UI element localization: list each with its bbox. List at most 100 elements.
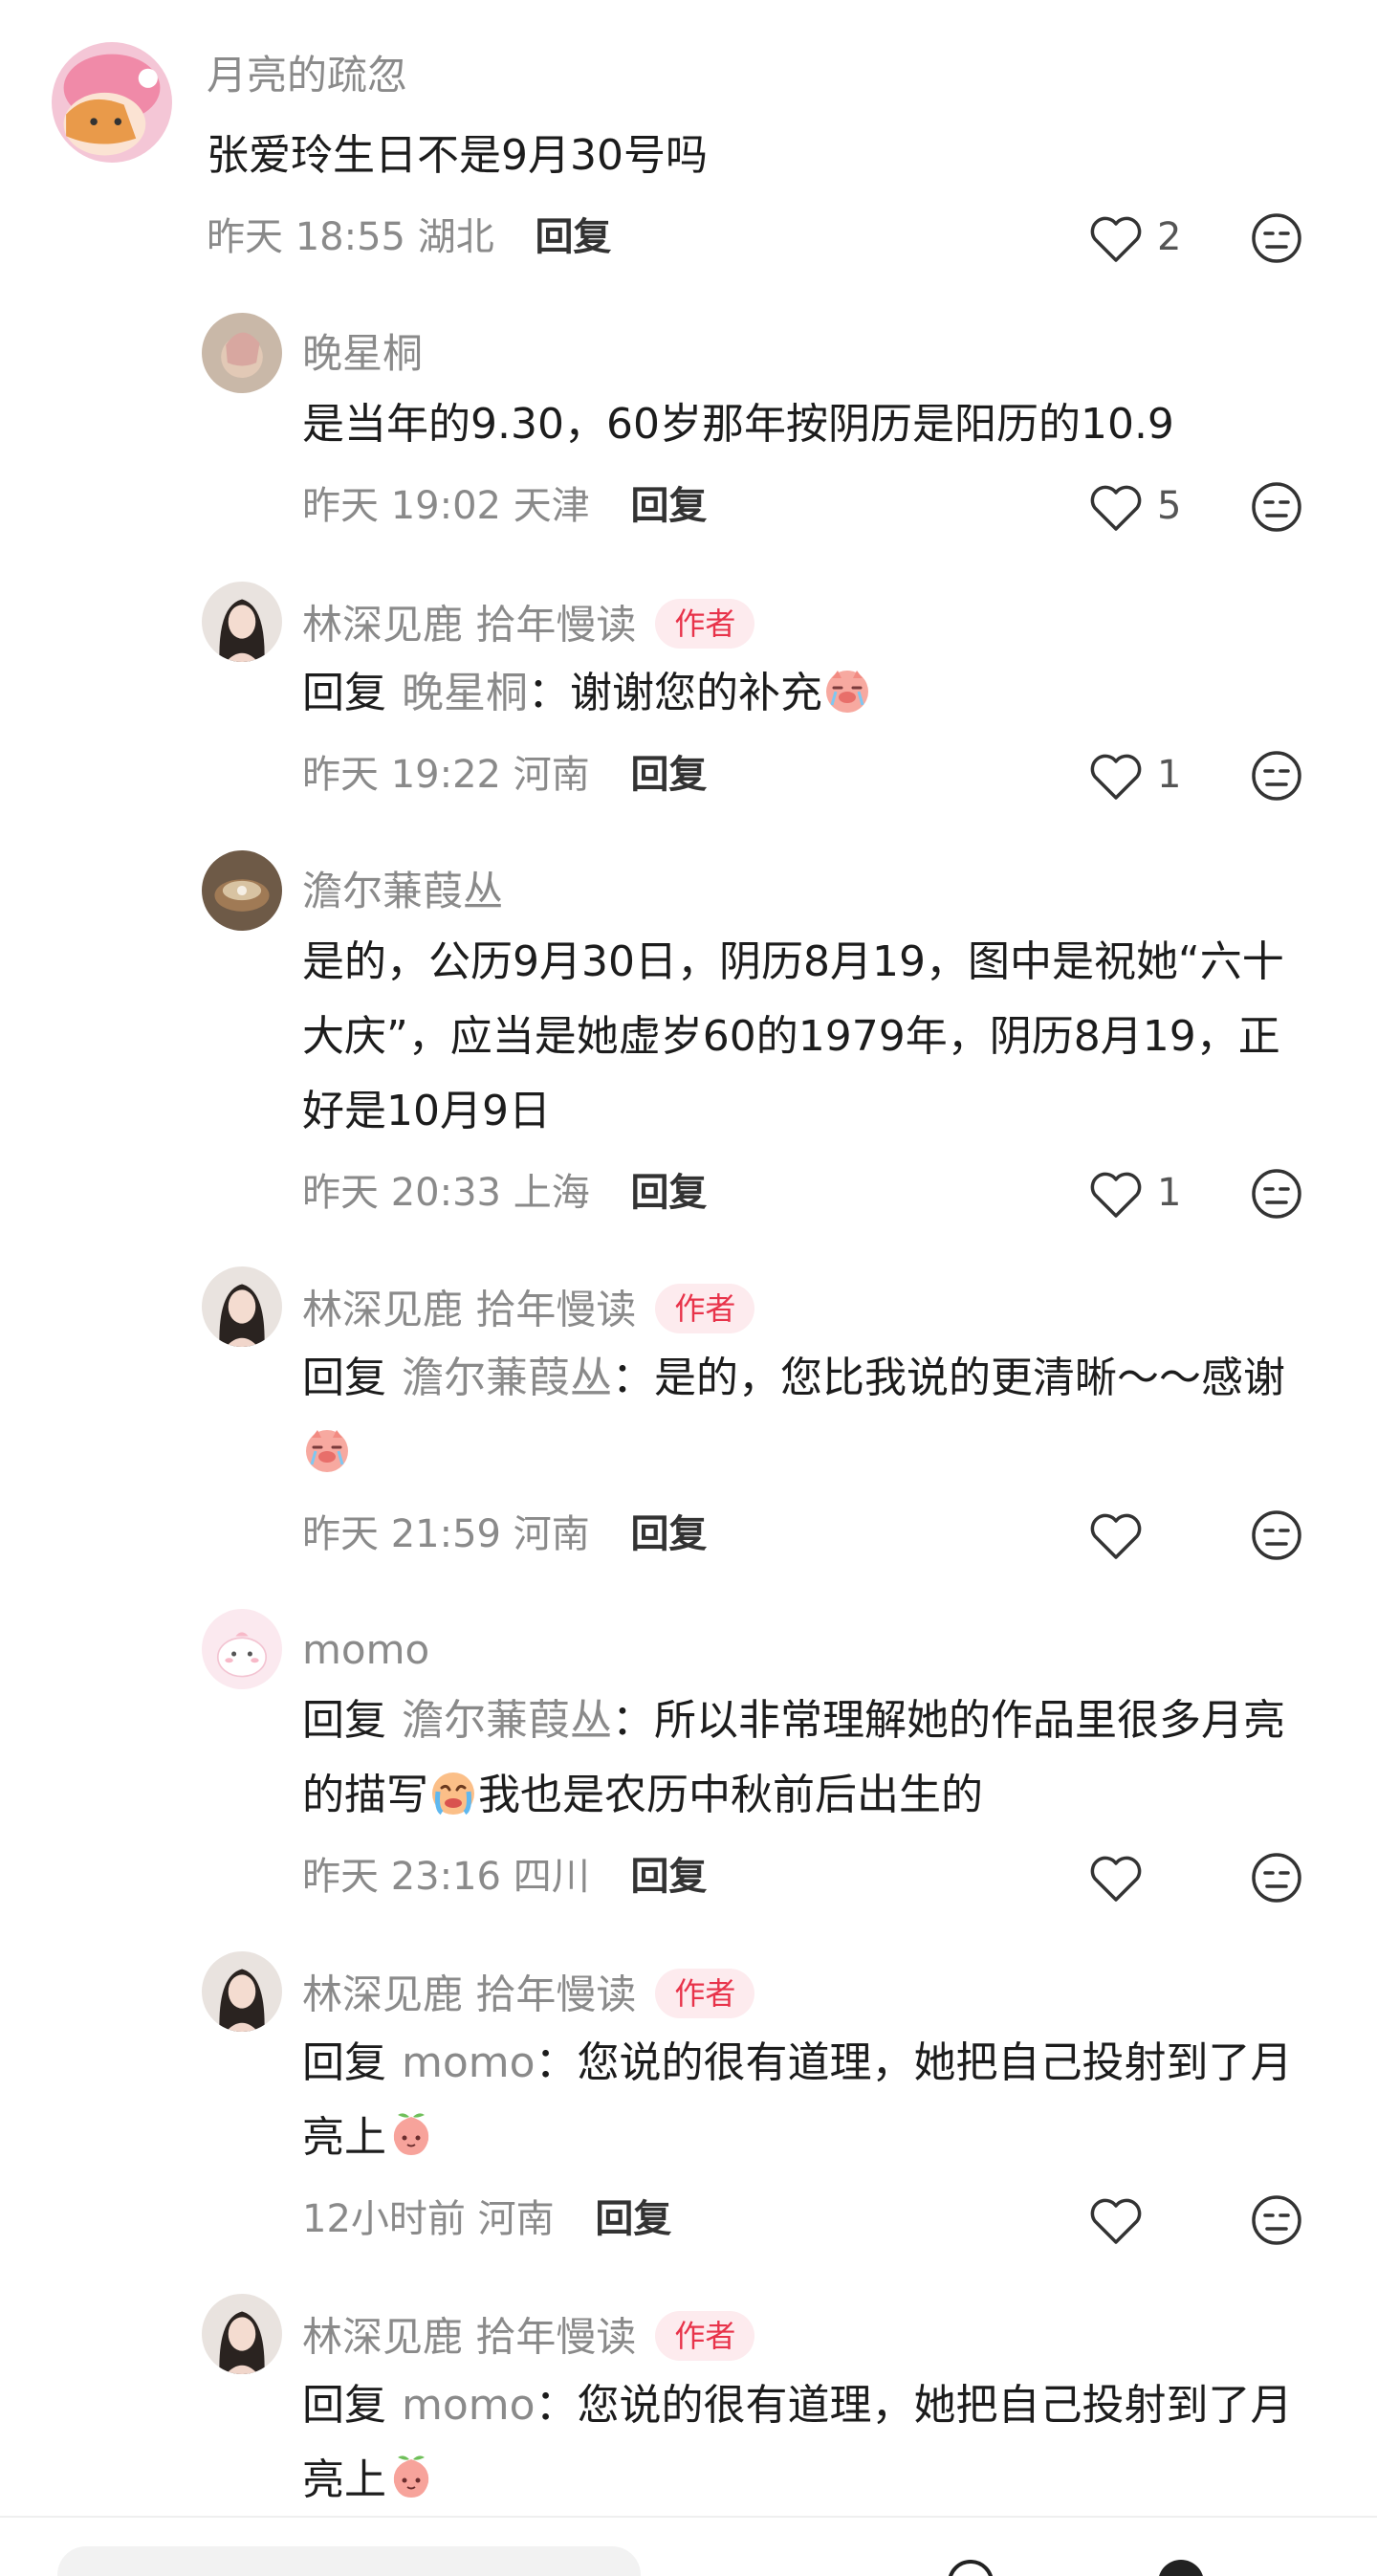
avatar[interactable] (202, 1609, 282, 1689)
comment-text: 回复 澹尔蒹葭丛：所以非常理解她的作品里很多月亮的描写 我也是农历中秋前后出生的 (302, 1684, 1316, 1833)
commenter-name[interactable]: 月亮的疏忽 (207, 55, 407, 96)
comment-text: 回复 澹尔蒹葭丛：是的，您比我说的更清晰～～感谢 (302, 1341, 1316, 1490)
like-button[interactable]: 5 (1088, 479, 1203, 537)
commenter-name: 林深见鹿 拾年慢读 作者 (302, 1284, 755, 1337)
comment-meta: 昨天 19:22 河南 回复 (302, 756, 707, 794)
dislike-button[interactable] (1251, 212, 1302, 264)
timestamp: 昨天 21:59 (302, 1512, 501, 1556)
reply-button[interactable]: 回复 (630, 753, 707, 797)
location: 河南 (513, 753, 590, 797)
timestamp: 昨天 18:55 (207, 215, 405, 259)
like-button[interactable] (1088, 1850, 1203, 1907)
commenter-name: 林深见鹿 拾年慢读 作者 (302, 2311, 755, 2365)
commenter-name[interactable]: momo (302, 1630, 429, 1670)
heart-icon (1090, 1513, 1142, 1559)
mention-link[interactable]: momo (402, 2038, 536, 2087)
comment-meta: 昨天 19:02 天津 回复 (302, 487, 707, 525)
heart-icon (1090, 485, 1142, 531)
commenter-name[interactable]: 澹尔蒹葭丛 (302, 871, 503, 912)
author-name[interactable]: 林深见鹿 拾年慢读 (302, 1287, 636, 1333)
commenter-name[interactable]: 晚星桐 (302, 334, 423, 374)
timestamp: 12小时前 (302, 2197, 466, 2241)
comment-text: 是当年的9.30，60岁那年按阴历是阳历的10.9 (302, 400, 1174, 449)
comment-text: 回复 momo：您说的很有道理，她把自己投射到了月亮上 (302, 2026, 1316, 2175)
neutral-face-icon (1252, 751, 1301, 801)
avatar[interactable] (202, 1951, 282, 2032)
mention-link[interactable]: 澹尔蒹葭丛 (402, 1696, 612, 1745)
comment-text: 张爱玲生日不是9月30号吗 (207, 131, 708, 180)
neutral-face-icon (1252, 1510, 1301, 1560)
timestamp: 昨天 19:02 (302, 484, 501, 528)
like-button[interactable]: 1 (1088, 1166, 1203, 1223)
author-name[interactable]: 林深见鹿 拾年慢读 (302, 1971, 636, 2018)
commenter-name: 林深见鹿 拾年慢读 作者 (302, 599, 755, 652)
mention-link[interactable]: momo (402, 2381, 536, 2430)
emoji-icon[interactable] (1148, 2554, 1214, 2576)
crying-pig-emoji (302, 1423, 352, 1473)
like-button[interactable] (1088, 1508, 1203, 1565)
avatar[interactable] (202, 2294, 282, 2374)
reply-button[interactable]: 回复 (595, 2197, 671, 2241)
reply-button[interactable]: 回复 (630, 484, 707, 528)
author-name[interactable]: 林深见鹿 拾年慢读 (302, 602, 636, 649)
heart-icon (1090, 754, 1142, 800)
author-badge: 作者 (655, 1969, 755, 2018)
mention-link[interactable]: 晚星桐 (402, 669, 528, 717)
avatar[interactable] (202, 850, 282, 931)
location: 湖北 (417, 215, 494, 259)
like-button[interactable]: 2 (1088, 210, 1203, 268)
location: 河南 (477, 2197, 555, 2241)
like-button[interactable] (1088, 2192, 1203, 2250)
reply-prefix: 回复 (302, 1696, 386, 1745)
location: 天津 (513, 484, 590, 528)
mention-link[interactable]: 澹尔蒹葭丛 (402, 1354, 612, 1402)
reply-button[interactable]: 回复 (535, 215, 611, 259)
avatar[interactable] (202, 1266, 282, 1347)
comment-input[interactable] (57, 2546, 641, 2576)
reply-prefix: 回复 (302, 669, 386, 717)
comment-meta: 昨天 20:33 上海 回复 (302, 1174, 707, 1212)
heart-icon (1090, 216, 1142, 262)
dislike-button[interactable] (1251, 2194, 1302, 2246)
reply-button[interactable]: 回复 (630, 1171, 707, 1215)
reply-button[interactable]: 回复 (630, 1512, 707, 1556)
comment-text: 是的，公历9月30日，阴历8月19，图中是祝她“六十大庆”，应当是她虚岁60的1… (302, 937, 1284, 1135)
author-badge: 作者 (655, 1284, 755, 1333)
heart-icon (1090, 2198, 1142, 2244)
author-name[interactable]: 林深见鹿 拾年慢读 (302, 2314, 636, 2361)
like-count: 5 (1157, 484, 1182, 528)
reply-prefix: 回复 (302, 2381, 386, 2430)
comment-meta: 12小时前 河南 回复 (302, 2200, 671, 2238)
dislike-button[interactable] (1251, 1509, 1302, 1561)
dislike-button[interactable] (1251, 481, 1302, 533)
timestamp: 昨天 20:33 (302, 1171, 501, 1215)
like-count: 1 (1157, 1171, 1182, 1215)
comment-text: 回复 晚星桐：谢谢您的补充 (302, 656, 1316, 731)
avatar[interactable] (52, 42, 172, 163)
comment-meta: 昨天 18:55 湖北 回复 (207, 218, 611, 256)
location: 河南 (513, 1512, 590, 1556)
timestamp: 昨天 23:16 (302, 1855, 501, 1899)
peach-face-emoji (386, 2451, 436, 2500)
reply-button[interactable]: 回复 (630, 1855, 707, 1899)
at-mention-icon[interactable] (937, 2554, 1004, 2576)
like-count: 2 (1157, 215, 1182, 259)
dislike-button[interactable] (1251, 1168, 1302, 1220)
comment-input-bar (0, 2516, 1377, 2576)
like-button[interactable]: 1 (1088, 748, 1203, 805)
dislike-button[interactable] (1251, 1852, 1302, 1904)
heart-icon (1090, 1172, 1142, 1218)
crying-face-emoji (428, 1766, 478, 1816)
author-badge: 作者 (655, 599, 755, 649)
crying-pig-emoji (822, 664, 872, 714)
comment-meta: 昨天 21:59 河南 回复 (302, 1515, 707, 1553)
comment-text: 回复 momo：您说的很有道理，她把自己投射到了月亮上 (302, 2368, 1316, 2518)
reply-text: ：是的，您比我说的更清晰～～感谢 (612, 1354, 1285, 1402)
neutral-face-icon (1252, 2195, 1301, 2245)
avatar[interactable] (202, 582, 282, 662)
neutral-face-icon (1252, 1853, 1301, 1903)
dislike-button[interactable] (1251, 750, 1302, 802)
avatar[interactable] (202, 313, 282, 393)
neutral-face-icon (1252, 213, 1301, 263)
neutral-face-icon (1252, 482, 1301, 532)
